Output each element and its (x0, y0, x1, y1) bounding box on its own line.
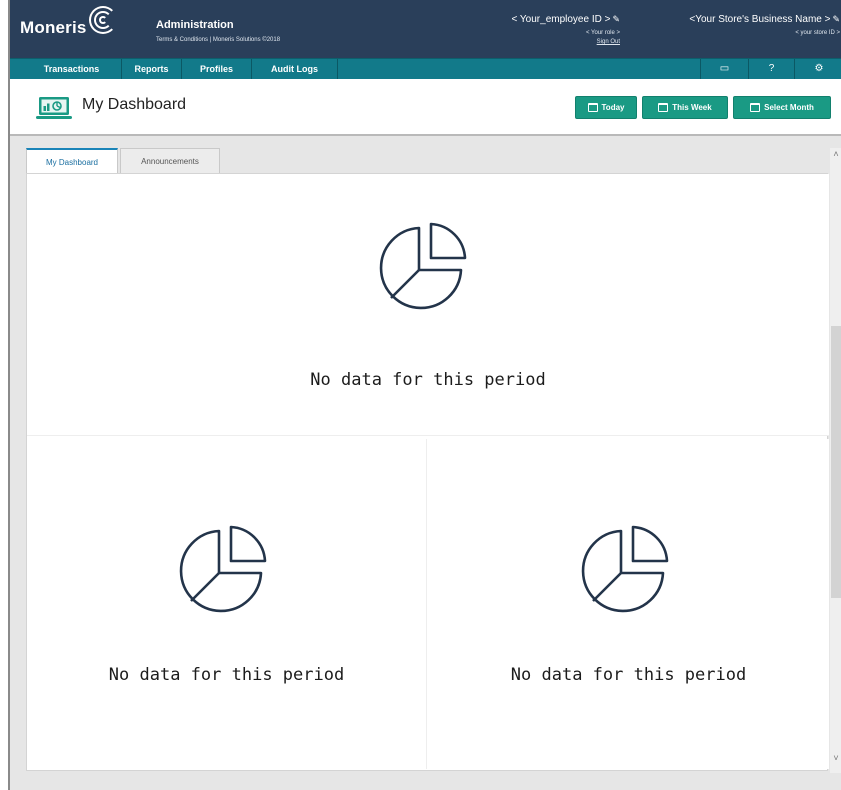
calendar-icon (587, 103, 598, 112)
tab-announcements[interactable]: Announcements (120, 148, 220, 173)
calendar-icon (750, 103, 761, 112)
page-header: My Dashboard Today This Week Select Mont… (10, 79, 841, 136)
nav-item-audit-logs[interactable]: Audit Logs (252, 59, 338, 79)
dashboard-content: No data for this period No data for this… (26, 173, 829, 771)
this-week-button[interactable]: This Week (642, 96, 728, 119)
no-data-message: No data for this period (108, 665, 345, 685)
chevron-up-icon[interactable]: ˄ (830, 148, 841, 160)
tab-my-dashboard[interactable]: My Dashboard (26, 148, 118, 173)
chart-card: No data for this period (27, 174, 829, 436)
pie-chart-icon (379, 222, 467, 310)
vertical-scrollbar[interactable]: ˄ ˅ (830, 148, 841, 773)
store-name[interactable]: <Your Store's Business Name > ✎ (630, 14, 840, 25)
dashboard-panel: My Dashboard Announcements No data for t… (24, 148, 841, 773)
employee-id-text: < Your_employee ID > (511, 14, 611, 25)
card-icon[interactable]: ▭ (700, 59, 748, 79)
dashboard-icon (36, 97, 72, 119)
this-week-label: This Week (672, 103, 712, 112)
app-title: Administration (156, 19, 234, 31)
today-label: Today (601, 103, 625, 112)
calendar-icon (658, 103, 669, 112)
logo-swirl-icon (88, 6, 119, 36)
pie-chart-icon (581, 525, 669, 613)
select-month-button[interactable]: Select Month (733, 96, 831, 119)
nav-item-reports[interactable]: Reports (122, 59, 182, 79)
main-nav: Transactions Reports Profiles Audit Logs… (10, 58, 841, 79)
no-data-message: No data for this period (510, 665, 747, 685)
store-id: < your store ID > (795, 30, 840, 36)
terms-link[interactable]: Terms & Conditions | Moneris Solutions ©… (156, 37, 280, 43)
chevron-down-icon[interactable]: ˅ (830, 752, 841, 764)
chart-card: No data for this period (27, 439, 427, 769)
nav-item-profiles[interactable]: Profiles (182, 59, 252, 79)
role-text: < Your role > (585, 30, 620, 36)
top-header: Moneris Administration Terms & Condition… (10, 0, 841, 58)
edit-pencil-icon[interactable]: ✎ (612, 14, 620, 25)
scrollbar-thumb[interactable] (831, 326, 841, 598)
page-title: My Dashboard (82, 96, 187, 113)
pie-chart-icon (179, 525, 267, 613)
sign-out-link[interactable]: Sign Out (480, 39, 620, 45)
moneris-logo[interactable]: Moneris (20, 6, 119, 48)
today-button[interactable]: Today (575, 96, 637, 119)
select-month-label: Select Month (764, 103, 814, 112)
help-icon[interactable]: ? (748, 59, 794, 79)
nav-item-transactions[interactable]: Transactions (22, 59, 122, 79)
employee-id[interactable]: < Your_employee ID > ✎ (480, 14, 620, 25)
logo-text: Moneris (20, 18, 87, 37)
store-name-text: <Your Store's Business Name > (689, 14, 831, 25)
settings-icon[interactable]: ⚙ (794, 59, 841, 79)
chart-card: No data for this period (428, 439, 829, 769)
app-frame: Moneris Administration Terms & Condition… (8, 0, 841, 790)
no-data-message: No data for this period (310, 370, 546, 390)
edit-pencil-icon[interactable]: ✎ (832, 14, 840, 25)
